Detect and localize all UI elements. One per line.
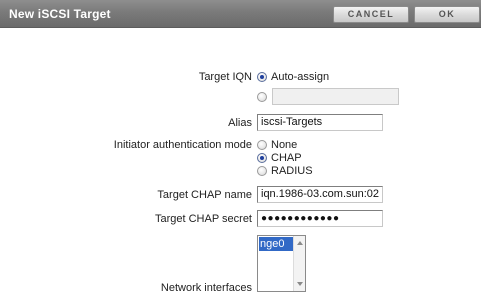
chap-name-input[interactable]: iqn.1986-03.com.sun:02 [257,186,383,203]
alias-label: Alias [228,117,252,129]
iqn-manual-radio[interactable] [257,92,267,102]
alias-input[interactable]: iscsi-Targets [257,114,383,131]
iqn-auto-assign-label: Auto-assign [271,71,330,83]
auth-radius-label: RADIUS [271,165,313,177]
dialog-titlebar: New iSCSI Target CANCEL OK [0,0,481,28]
network-interfaces-listbox[interactable]: nge0 [257,235,306,292]
chap-secret-label: Target CHAP secret [154,213,252,225]
auth-none-label: None [271,139,298,151]
scroll-down-icon[interactable] [297,282,303,286]
target-iqn-label: Target IQN [198,71,252,83]
auth-chap-radio[interactable] [257,153,267,163]
scroll-up-icon[interactable] [297,241,303,245]
listbox-scrollbar[interactable] [293,236,305,291]
auth-radius-radio[interactable] [257,166,267,176]
chap-secret-input[interactable]: ●●●●●●●●●●●● [257,210,383,227]
cancel-button[interactable]: CANCEL [333,6,409,23]
network-interfaces-label: Network interfaces [160,282,252,294]
chap-name-label: Target CHAP name [157,189,252,201]
iqn-manual-input[interactable] [272,88,399,105]
ok-button[interactable]: OK [414,6,480,23]
dialog-title: New iSCSI Target [9,7,111,21]
auth-chap-label: CHAP [271,152,302,164]
network-interface-item[interactable]: nge0 [259,237,293,251]
iqn-auto-assign-radio[interactable] [257,72,267,82]
auth-mode-label: Initiator authentication mode [113,139,252,151]
auth-none-radio[interactable] [257,140,267,150]
